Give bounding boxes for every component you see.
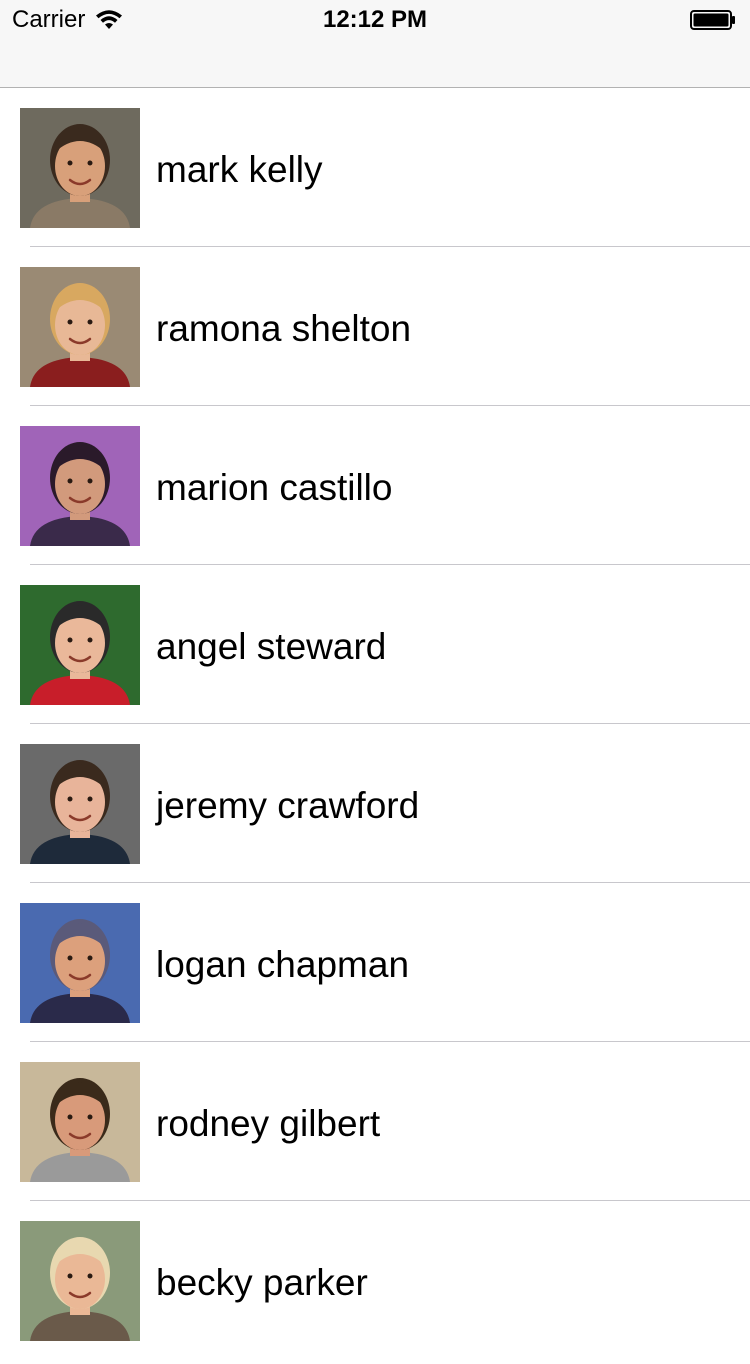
contact-name: angel steward — [156, 626, 387, 667]
status-time: 12:12 PM — [322, 6, 428, 33]
avatar-photo — [20, 1221, 140, 1341]
contact-name: rodney gilbert — [156, 1103, 381, 1144]
avatar — [20, 585, 140, 705]
avatar-photo — [20, 108, 140, 228]
avatar — [20, 108, 140, 228]
avatar — [20, 1221, 140, 1341]
avatar — [20, 267, 140, 387]
contact-row[interactable]: logan chapman — [0, 883, 750, 1042]
contact-row[interactable]: angel steward — [0, 565, 750, 724]
contact-name: becky parker — [156, 1262, 368, 1303]
contact-name: marion castillo — [156, 467, 393, 508]
avatar-photo — [20, 903, 140, 1023]
avatar-photo — [20, 426, 140, 546]
contact-name: mark kelly — [156, 149, 323, 190]
contact-row[interactable]: ramona shelton — [0, 247, 750, 406]
avatar — [20, 744, 140, 864]
contact-row[interactable]: becky parker — [0, 1201, 750, 1360]
contact-row[interactable]: rodney gilbert — [0, 1042, 750, 1201]
avatar-photo — [20, 267, 140, 387]
status-bar: Carrier 12:12 PM — [0, 0, 750, 40]
avatar — [20, 1062, 140, 1182]
avatar-photo — [20, 1062, 140, 1182]
contact-row[interactable]: marion castillo — [0, 406, 750, 565]
contact-row[interactable]: mark kelly — [0, 88, 750, 247]
contact-row[interactable]: jeremy crawford — [0, 724, 750, 883]
contact-name: logan chapman — [156, 944, 410, 985]
navigation-bar: Carrier 12:12 PM — [0, 0, 750, 88]
avatar — [20, 426, 140, 546]
battery-icon — [690, 10, 735, 30]
contact-name: ramona shelton — [156, 308, 412, 349]
avatar-photo — [20, 585, 140, 705]
avatar — [20, 903, 140, 1023]
avatar-photo — [20, 744, 140, 864]
contact-list[interactable]: mark kelly ramona shelton marion castillo a… — [0, 88, 750, 1360]
contact-name: jeremy crawford — [156, 785, 420, 826]
